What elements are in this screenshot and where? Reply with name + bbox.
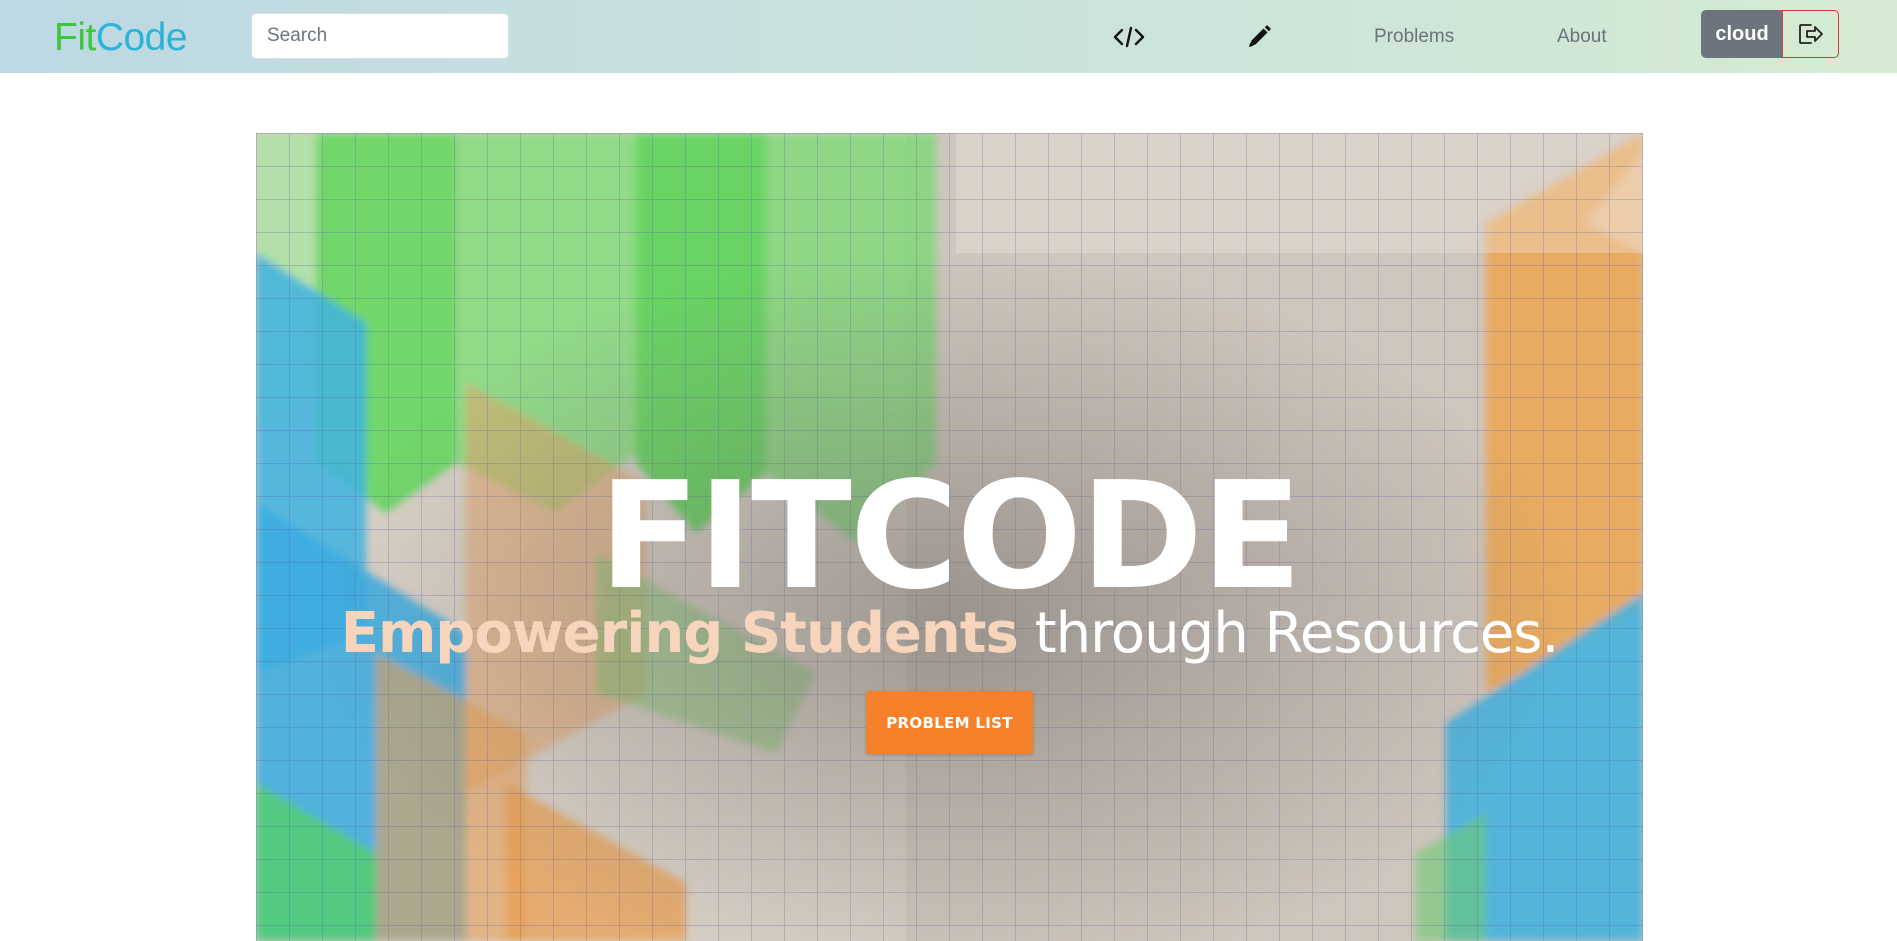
brand-code: Code xyxy=(95,16,188,59)
brand-logo[interactable]: FitCode xyxy=(54,14,188,62)
code-icon[interactable] xyxy=(1112,22,1146,52)
problem-list-button[interactable]: PROBLEM LIST xyxy=(866,691,1033,754)
nav-link-about[interactable]: About xyxy=(1557,22,1607,52)
logout-button[interactable] xyxy=(1782,10,1839,58)
pencil-icon[interactable] xyxy=(1242,22,1276,52)
hero-content: FITCODE Empowering Students through Reso… xyxy=(256,133,1643,941)
brand-fit: Fit xyxy=(54,16,96,59)
hero-subtitle-strong: Empowering Students xyxy=(340,601,1019,666)
nav-link-problems[interactable]: Problems xyxy=(1374,22,1454,52)
hero-subtitle: Empowering Students through Resources. xyxy=(256,598,1643,670)
search-input[interactable] xyxy=(251,13,509,59)
hero-title: FITCODE xyxy=(598,450,1303,622)
user-button[interactable]: cloud xyxy=(1701,10,1783,58)
hero-banner: FITCODE Empowering Students through Reso… xyxy=(256,133,1643,941)
logout-icon xyxy=(1798,24,1823,44)
hero-subtitle-light: through Resources. xyxy=(1017,601,1560,666)
navbar: FitCode Problems About cloud xyxy=(0,0,1897,73)
